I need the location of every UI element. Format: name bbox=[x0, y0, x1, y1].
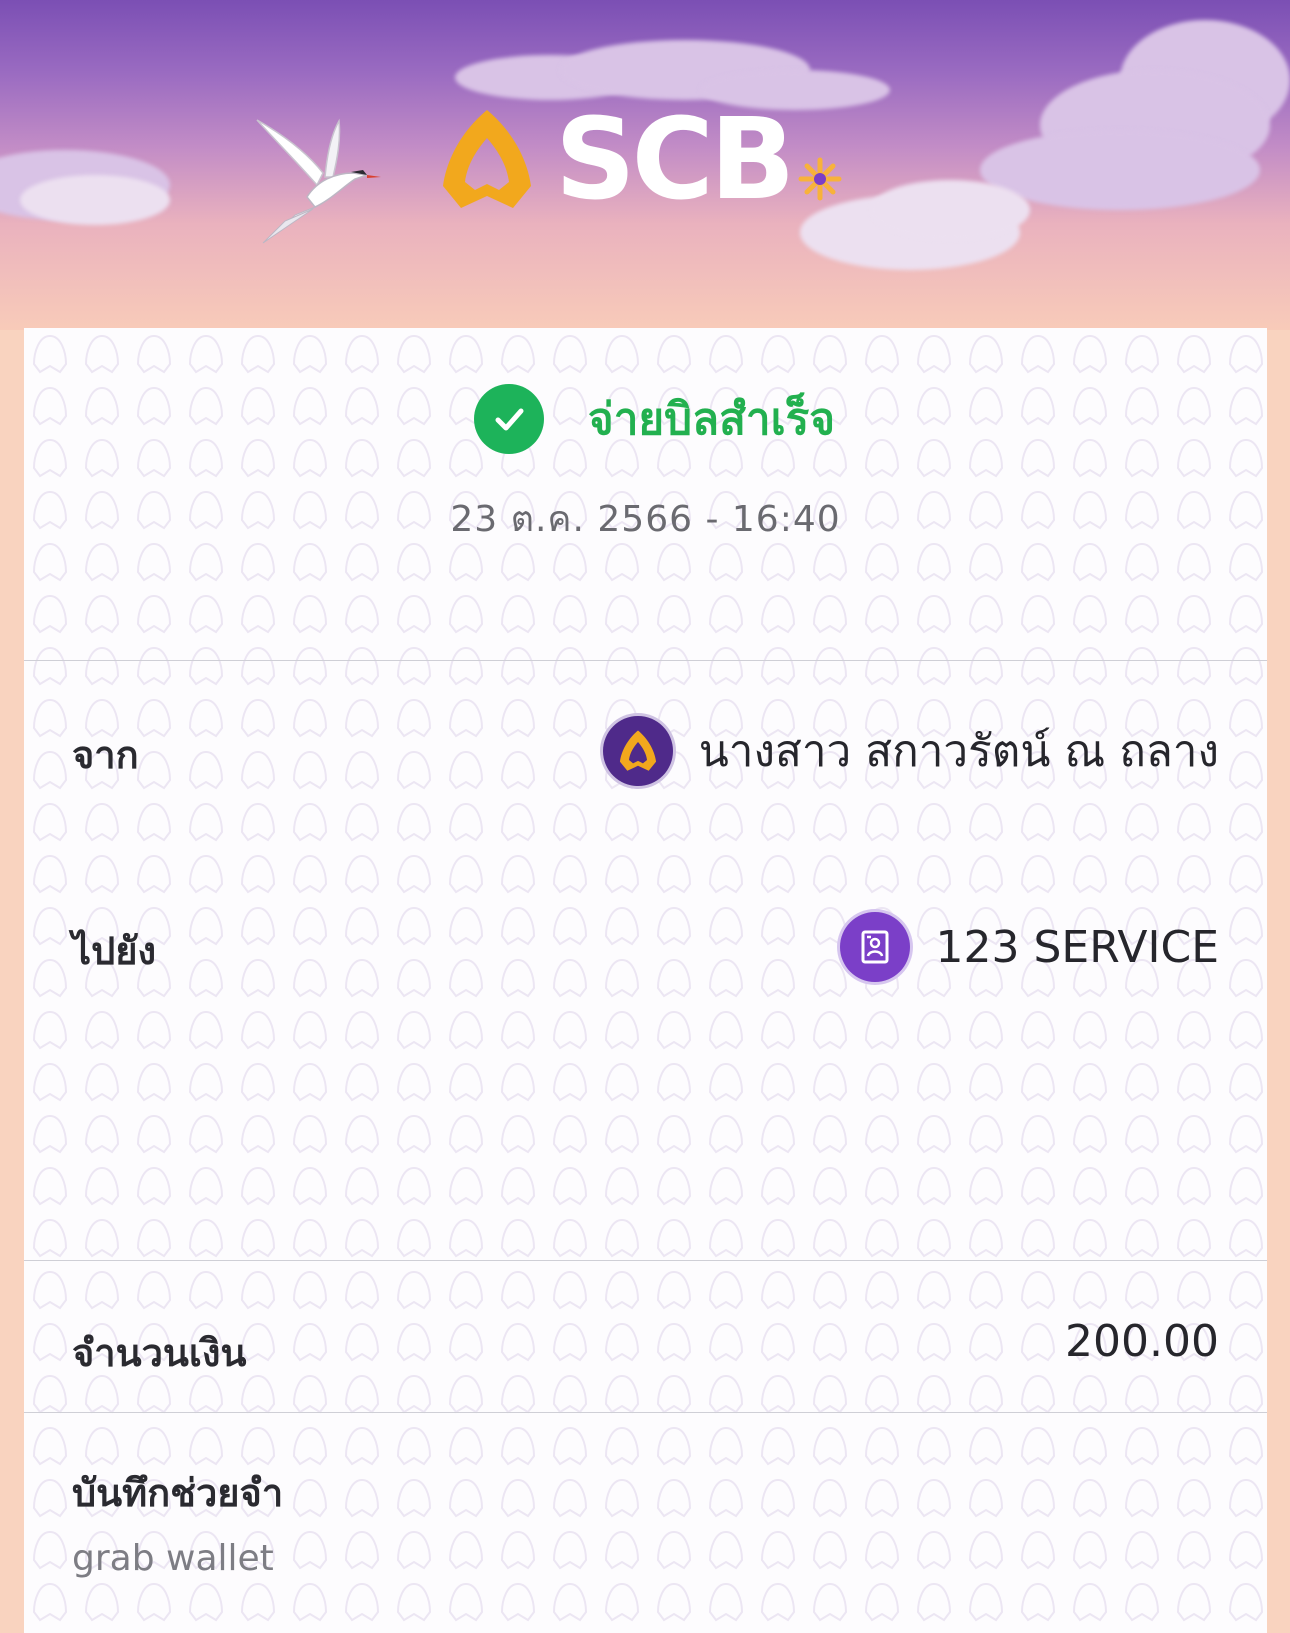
header-banner: SCB bbox=[0, 0, 1290, 330]
to-label: ไปยัง bbox=[72, 929, 157, 973]
status-title: จ่ายบิลสำเร็จ bbox=[587, 394, 836, 445]
scb-logo: SCB bbox=[437, 100, 843, 220]
to-name: 123 SERVICE bbox=[935, 921, 1219, 973]
transaction-datetime: 23 ต.ค. 2566 - 16:40 bbox=[450, 499, 841, 540]
memo-label: บันทึกช่วยจำ bbox=[72, 1471, 284, 1515]
check-circle-icon bbox=[473, 384, 544, 454]
amount-label: จำนวนเงิน bbox=[72, 1331, 247, 1375]
amount-value: 200.00 bbox=[1065, 1316, 1219, 1367]
status-row: จ่ายบิลสำเร็จ bbox=[24, 384, 1267, 454]
cloud bbox=[870, 180, 1030, 240]
bird-illustration bbox=[256, 118, 381, 244]
cloud bbox=[20, 175, 170, 225]
scb-logo-icon bbox=[443, 110, 531, 208]
divider bbox=[24, 1260, 1267, 1261]
from-label: จาก bbox=[72, 733, 139, 777]
divider bbox=[24, 660, 1267, 661]
sparkle-icon bbox=[798, 157, 842, 201]
divider bbox=[24, 1412, 1267, 1413]
to-biller: 123 SERVICE bbox=[839, 912, 1219, 982]
scb-avatar-icon bbox=[602, 716, 673, 786]
memo-value: grab wallet bbox=[72, 1538, 274, 1579]
from-account: นางสาว สกาวรัตน์ ณ ถลาง bbox=[602, 716, 1219, 786]
brand-name: SCB bbox=[555, 95, 795, 225]
receipt-card: จ่ายบิลสำเร็จ 23 ต.ค. 2566 - 16:40 จาก น… bbox=[24, 328, 1267, 1633]
from-name: นางสาว สกาวรัตน์ ณ ถลาง bbox=[698, 726, 1219, 777]
bill-document-icon bbox=[839, 912, 910, 982]
